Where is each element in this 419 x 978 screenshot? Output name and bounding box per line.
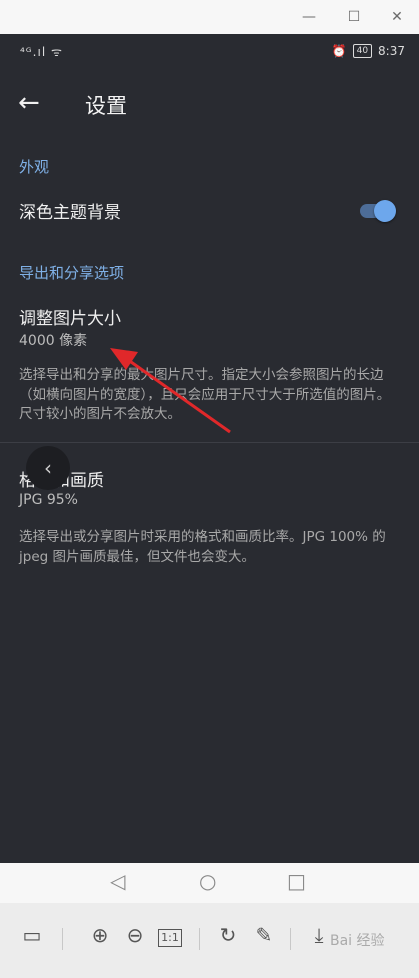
nav-recents-icon[interactable]: □ bbox=[287, 869, 306, 893]
back-arrow-icon[interactable]: ← bbox=[18, 88, 40, 118]
alarm-icon: ⏰ bbox=[331, 44, 347, 58]
zoom-in-icon[interactable]: ⊕ bbox=[86, 923, 114, 947]
watermark: Bai 经验 bbox=[330, 933, 385, 949]
edit-pencil-icon[interactable]: ✎ bbox=[250, 923, 278, 947]
download-icon[interactable]: ⤓ bbox=[305, 923, 333, 947]
toolbar-separator bbox=[199, 928, 200, 950]
signal-wifi-icon: ⁴ᴳ.ıl ᯤ bbox=[20, 45, 63, 59]
resize-description: 选择导出和分享的最大图片尺寸。指定大小会参照图片的长边（如横向图片的宽度），且只… bbox=[19, 367, 391, 422]
floating-back-button[interactable]: ‹ bbox=[26, 446, 70, 490]
actual-size-button[interactable]: 1:1 bbox=[158, 929, 182, 947]
minimize-button[interactable]: — bbox=[297, 6, 321, 28]
nav-home-icon[interactable]: ○ bbox=[199, 869, 216, 893]
phone-screen: ⁴ᴳ.ıl ᯤ ⏰ 40 8:37 ← 设置 外观 深色主题背景 导出和分享选项… bbox=[0, 34, 419, 863]
android-nav-bar: ◁ ○ □ bbox=[0, 863, 419, 903]
dark-theme-label[interactable]: 深色主题背景 bbox=[19, 198, 121, 223]
resize-value: 4000 像素 bbox=[19, 333, 88, 349]
page-title: 设置 bbox=[85, 94, 127, 118]
toolbar-separator bbox=[62, 928, 63, 950]
clock: 8:37 bbox=[378, 44, 405, 58]
section-header-export: 导出和分享选项 bbox=[19, 264, 125, 282]
zoom-out-icon[interactable]: ⊖ bbox=[121, 923, 149, 947]
window-title-bar: — ☐ ✕ bbox=[0, 0, 419, 34]
app-bar: ← 设置 bbox=[0, 82, 419, 126]
toggle-knob bbox=[374, 200, 396, 222]
section-header-appearance: 外观 bbox=[19, 158, 50, 176]
resize-title: 调整图片大小 bbox=[19, 309, 121, 329]
dark-theme-toggle[interactable] bbox=[358, 199, 396, 223]
close-button[interactable]: ✕ bbox=[385, 6, 409, 28]
divider bbox=[0, 442, 419, 443]
battery-icon: 40 bbox=[352, 44, 373, 58]
format-value: JPG 95% bbox=[19, 492, 78, 508]
format-description: 选择导出或分享图片时采用的格式和画质比率。JPG 100% 的 jpeg 图片画… bbox=[19, 529, 386, 565]
layout-icon[interactable]: ▭ bbox=[18, 923, 46, 947]
nav-back-icon[interactable]: ◁ bbox=[110, 869, 125, 893]
maximize-button[interactable]: ☐ bbox=[342, 6, 366, 28]
toolbar-separator bbox=[290, 928, 291, 950]
rotate-icon[interactable]: ↻ bbox=[214, 923, 242, 947]
status-bar: ⁴ᴳ.ıl ᯤ ⏰ 40 8:37 bbox=[0, 34, 419, 70]
